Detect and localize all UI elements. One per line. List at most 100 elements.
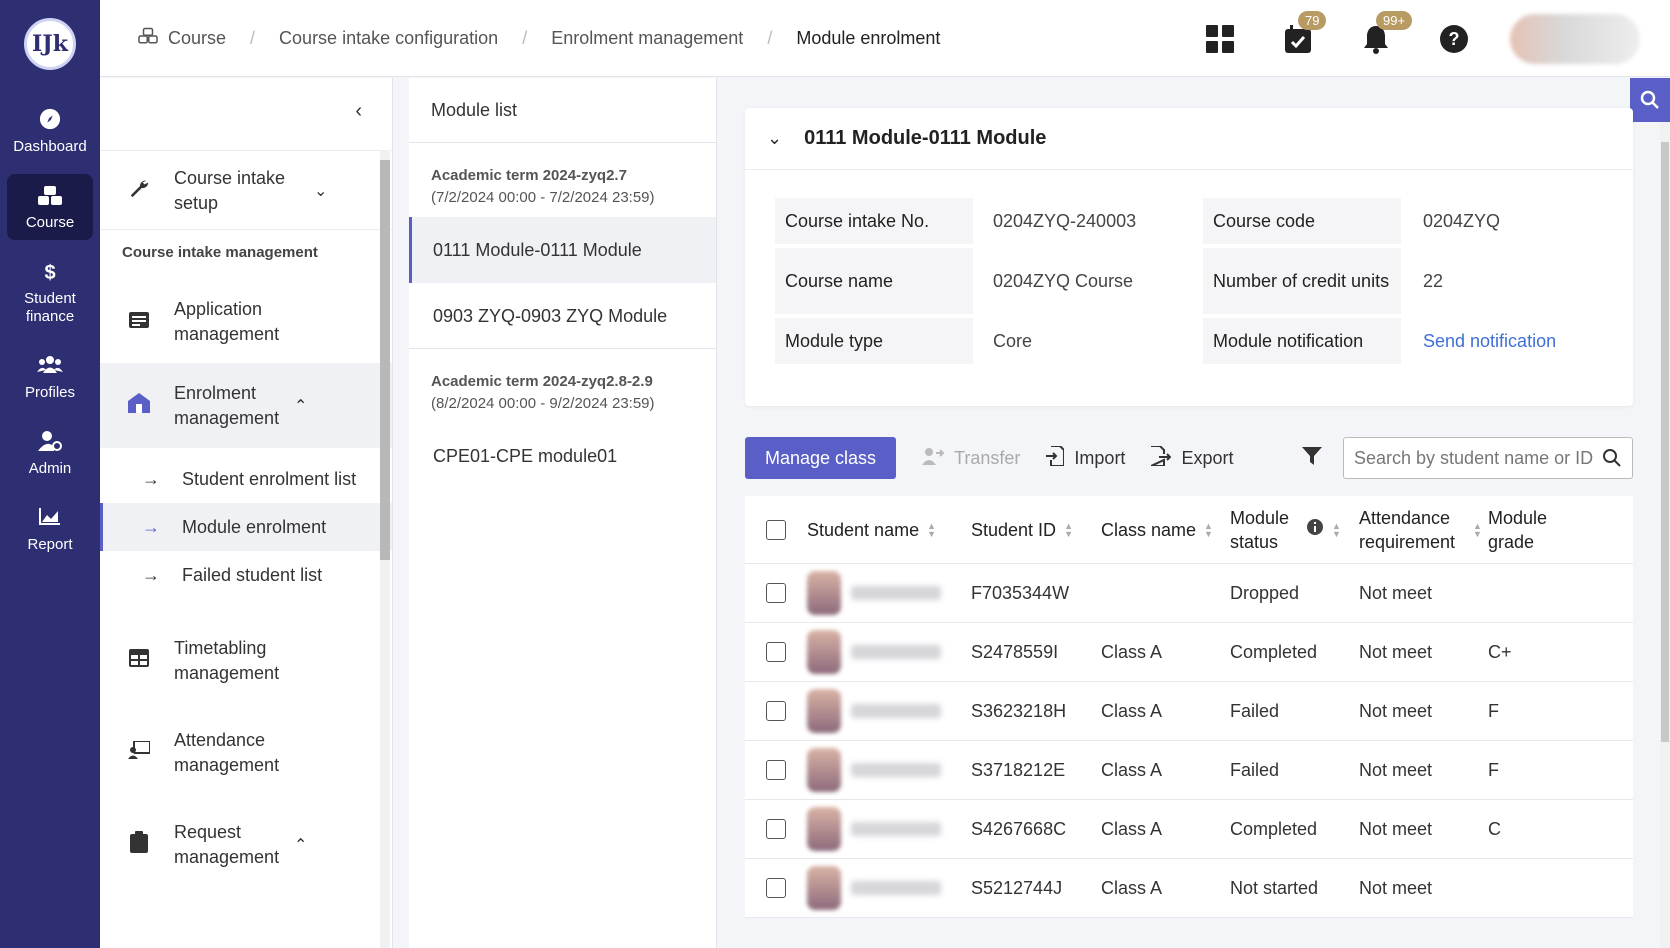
table-row[interactable]: S5212744J Class A Not started Not meet bbox=[745, 859, 1633, 918]
module-grade: F bbox=[1488, 759, 1499, 780]
module-status: Failed bbox=[1230, 700, 1280, 721]
table-row[interactable]: S2478559I Class A Completed Not meet C+ bbox=[745, 623, 1633, 682]
filter-icon bbox=[1302, 446, 1322, 465]
module-item[interactable]: 0111 Module-0111 Module bbox=[409, 217, 716, 283]
column-header-module-grade[interactable]: Module grade bbox=[1488, 506, 1588, 554]
sidebar-item-timetabling-wrap: Timetabling management bbox=[100, 618, 392, 703]
user-avatar-menu[interactable] bbox=[1510, 13, 1640, 64]
table-row[interactable]: S4267668C Class A Completed Not meet C bbox=[745, 800, 1633, 859]
row-checkbox[interactable] bbox=[766, 878, 786, 898]
sidebar-item-course-intake-setup[interactable]: Course intake setup ⌄ bbox=[100, 151, 392, 231]
rail-nav: Dashboard Course $ Student finance Profi… bbox=[0, 98, 100, 562]
chevron-down-icon[interactable]: ⌄ bbox=[767, 128, 782, 149]
sidebar-label: Student enrolment list bbox=[182, 468, 357, 489]
import-button[interactable]: Import bbox=[1046, 444, 1125, 471]
attendance-requirement: Not meet bbox=[1359, 818, 1433, 839]
collapse-sidebar-button[interactable]: ‹ bbox=[355, 100, 362, 123]
sort-icon[interactable]: ▲ ▼ bbox=[1204, 521, 1213, 538]
sidebar-scrollbar[interactable] bbox=[380, 150, 390, 948]
student-id: F7035344W bbox=[971, 582, 1070, 603]
breadcrumb-enrolment-management[interactable]: Enrolment management bbox=[551, 28, 743, 49]
user-transfer-icon bbox=[922, 447, 945, 470]
student-search-input[interactable]: Search by student name or ID bbox=[1343, 437, 1633, 479]
student-id: S5212744J bbox=[971, 877, 1063, 898]
column-header-student-id[interactable]: Student ID ▲ ▼ bbox=[971, 518, 1101, 542]
module-status: Failed bbox=[1230, 759, 1280, 780]
school-icon bbox=[128, 392, 150, 419]
calendar-button[interactable]: 79 bbox=[1278, 10, 1327, 59]
class-name: Class A bbox=[1101, 759, 1163, 780]
table-row[interactable]: S3623218H Class A Failed Not meet F bbox=[745, 682, 1633, 741]
chart-icon bbox=[7, 506, 93, 532]
sidebar-item-timetabling-management[interactable]: Timetabling management bbox=[100, 618, 392, 703]
column-header-class-name[interactable]: Class name ▲ ▼ bbox=[1101, 518, 1230, 542]
search-placeholder: Search by student name or ID bbox=[1354, 447, 1594, 468]
rail-item-report[interactable]: Report bbox=[7, 496, 93, 562]
module-item[interactable]: CPE01-CPE module01 bbox=[409, 423, 716, 489]
column-header-attendance-requirement[interactable]: Attendance requirement ▲ ▼ bbox=[1359, 506, 1488, 554]
module-item[interactable]: 0903 ZYQ-0903 ZYQ Module bbox=[409, 283, 716, 349]
module-grade: C bbox=[1488, 818, 1501, 839]
breadcrumb-separator: / bbox=[250, 27, 256, 48]
top-bar: Course / Course intake configuration / E… bbox=[100, 0, 1670, 77]
row-checkbox[interactable] bbox=[766, 583, 786, 603]
rail-item-admin[interactable]: Admin bbox=[7, 420, 93, 486]
rail-item-course[interactable]: Course bbox=[7, 174, 93, 240]
sidebar-item-application-management[interactable]: Application management bbox=[100, 282, 392, 362]
sidebar-item-request-wrap: Request management ⌃ bbox=[100, 802, 392, 887]
sort-icon[interactable]: ▲ ▼ bbox=[927, 521, 936, 538]
term-name: Academic term 2024-zyq2.8-2.9 bbox=[431, 373, 653, 390]
column-header-module-status[interactable]: Module status ▲ ▼ bbox=[1230, 506, 1359, 554]
row-checkbox[interactable] bbox=[766, 819, 786, 839]
student-name-redacted bbox=[851, 704, 941, 718]
chevron-up-icon: ⌃ bbox=[294, 397, 308, 415]
rail-item-profiles[interactable]: Profiles bbox=[7, 344, 93, 410]
class-name: Class A bbox=[1101, 877, 1163, 898]
notifications-button[interactable]: 99+ bbox=[1356, 10, 1413, 59]
column-header-student-name[interactable]: Student name ▲ ▼ bbox=[807, 518, 971, 542]
wrench-icon bbox=[128, 177, 150, 205]
header-label: Module status bbox=[1230, 507, 1290, 552]
scrollbar-thumb[interactable] bbox=[380, 160, 390, 560]
header-label: Attendance requirement bbox=[1359, 507, 1456, 552]
sidebar-item-enrolment-management[interactable]: Enrolment management ⌃ bbox=[100, 363, 392, 448]
manage-class-button[interactable]: Manage class bbox=[745, 437, 897, 479]
apps-button[interactable] bbox=[1200, 19, 1240, 59]
sidebar-subitem-module-enrolment[interactable]: → Module enrolment bbox=[100, 503, 392, 551]
breadcrumb-course[interactable]: Course bbox=[168, 28, 226, 49]
scrollbar-thumb[interactable] bbox=[1661, 142, 1669, 742]
header-label: Student name bbox=[807, 519, 920, 540]
transfer-button[interactable]: Transfer bbox=[922, 447, 1020, 470]
sidebar-label: Timetabling management bbox=[174, 637, 280, 683]
sort-icon[interactable]: ▲ ▼ bbox=[1473, 521, 1482, 538]
grid-icon bbox=[1206, 24, 1234, 53]
page-scrollbar[interactable] bbox=[1660, 122, 1670, 948]
app-logo[interactable]: IJk bbox=[24, 18, 76, 70]
select-all-checkbox[interactable] bbox=[766, 519, 786, 540]
sidebar-subitem-failed-student-list[interactable]: → Failed student list bbox=[100, 551, 392, 599]
filter-button[interactable] bbox=[1301, 445, 1323, 472]
sidebar-subitem-student-enrolment-list[interactable]: → Student enrolment list bbox=[100, 455, 392, 503]
row-checkbox[interactable] bbox=[766, 701, 786, 721]
course-icon bbox=[138, 27, 158, 50]
send-notification-link[interactable]: Send notification bbox=[1423, 331, 1556, 352]
row-checkbox[interactable] bbox=[766, 760, 786, 780]
table-row[interactable]: S3718212E Class A Failed Not meet F bbox=[745, 741, 1633, 800]
rail-item-student-finance[interactable]: $ Student finance bbox=[7, 250, 93, 334]
sort-icon[interactable]: ▲ ▼ bbox=[1332, 521, 1341, 538]
sidebar-item-attendance-management[interactable]: Attendance management bbox=[100, 710, 392, 795]
breadcrumb-course-intake-configuration[interactable]: Course intake configuration bbox=[279, 28, 498, 49]
import-icon bbox=[1046, 444, 1066, 471]
row-checkbox[interactable] bbox=[766, 642, 786, 662]
help-button[interactable]: ? bbox=[1434, 19, 1474, 59]
info-icon[interactable] bbox=[1306, 518, 1324, 541]
sidebar-label: Application management bbox=[174, 299, 280, 344]
table-row[interactable]: F7035344W Dropped Not meet bbox=[745, 564, 1633, 623]
student-name-redacted bbox=[851, 586, 941, 600]
info-label: Course intake No. bbox=[775, 198, 973, 244]
floating-search-button[interactable] bbox=[1630, 78, 1670, 122]
export-button[interactable]: Export bbox=[1151, 444, 1233, 471]
rail-item-dashboard[interactable]: Dashboard bbox=[7, 98, 93, 164]
sidebar-item-request-management[interactable]: Request management ⌃ bbox=[100, 802, 392, 887]
sort-icon[interactable]: ▲ ▼ bbox=[1064, 521, 1073, 538]
